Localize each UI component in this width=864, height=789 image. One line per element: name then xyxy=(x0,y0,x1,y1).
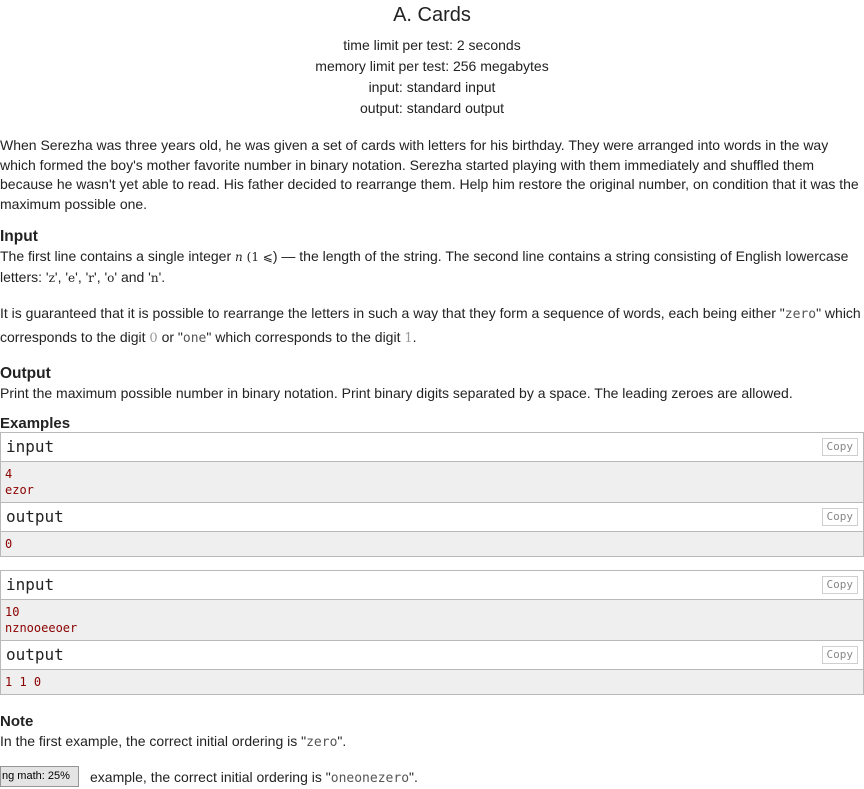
constraint-math: (1 ⩽ xyxy=(246,250,273,265)
sample-output-body: 0 xyxy=(1,532,863,557)
copy-button[interactable]: Copy xyxy=(821,438,858,457)
copy-button[interactable]: Copy xyxy=(821,508,858,527)
note-line-2: example, the correct initial ordering is… xyxy=(90,769,418,787)
input-paragraph-1: The first line contains a single integer… xyxy=(0,248,849,286)
sample-output-body: 1 1 0 xyxy=(1,670,863,695)
problem-header: A. Cards time limit per test: 2 seconds … xyxy=(0,2,864,119)
input-section-title: Input xyxy=(0,228,38,246)
var-n: n xyxy=(235,250,243,265)
note-line-1: In the first example, the correct initia… xyxy=(0,733,347,751)
examples-title: Examples xyxy=(0,415,71,433)
copy-button[interactable]: Copy xyxy=(821,576,858,595)
examples-container: input Copy 4 ezor output Copy 0 input Co… xyxy=(0,432,864,696)
sample-output-header: output Copy xyxy=(1,503,863,533)
problem-title: A. Cards xyxy=(393,4,471,26)
sample-input-body: 4 ezor xyxy=(1,462,863,504)
output-file: output: standard output xyxy=(360,100,504,116)
input-paragraph-2: It is guaranteed that it is possible to … xyxy=(0,305,861,347)
sample-output-header: output Copy xyxy=(1,641,863,671)
sample-input-header: input Copy xyxy=(1,433,863,463)
input-file: input: standard input xyxy=(368,79,496,95)
output-paragraph: Print the maximum possible number in bin… xyxy=(0,385,793,402)
memory-limit: memory limit per test: 256 megabytes xyxy=(315,58,549,74)
sample-test-1: input Copy 4 ezor output Copy 0 xyxy=(0,432,864,558)
copy-button[interactable]: Copy xyxy=(821,646,858,665)
sample-input-header: input Copy xyxy=(1,571,863,601)
output-section-title: Output xyxy=(0,365,51,383)
mathjax-loading-status: ng math: 25% xyxy=(0,766,79,787)
time-limit: time limit per test: 2 seconds xyxy=(343,37,521,53)
note-title: Note xyxy=(0,713,34,731)
sample-test-2: input Copy 10 nznooeeoer output Copy 1 1… xyxy=(0,570,864,696)
sample-input-body: 10 nznooeeoer xyxy=(1,600,863,642)
problem-statement: When Serezha was three years old, he was… xyxy=(0,137,859,212)
